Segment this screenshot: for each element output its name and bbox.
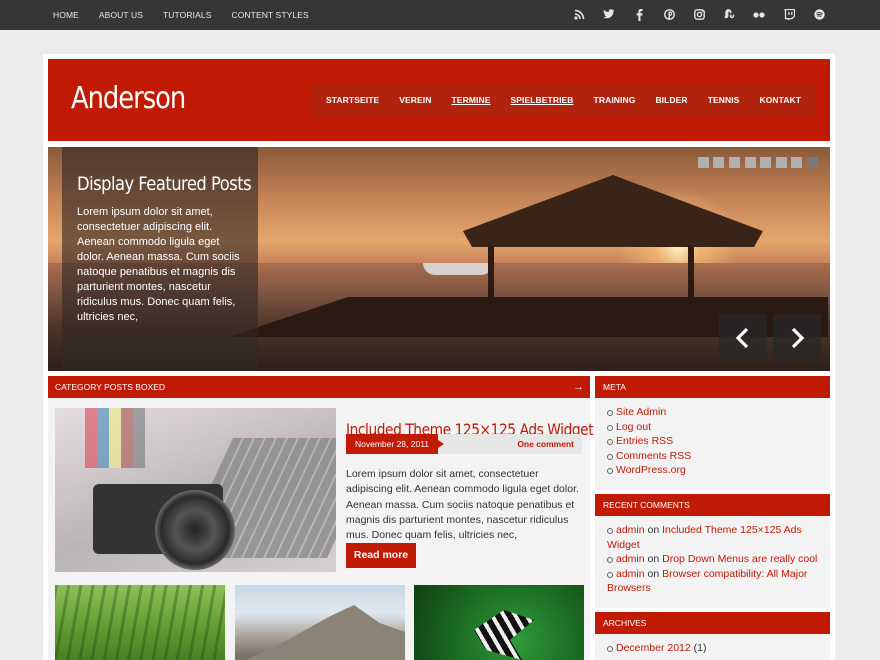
site-header: Anderson STARTSEITE VEREIN TERMINE SPIEL… <box>48 59 830 141</box>
widget-archives: December 2012 (1) <box>595 634 830 660</box>
slider-prev-button[interactable] <box>719 314 767 362</box>
post-meta: November 28, 2011 One comment <box>346 434 582 454</box>
spotify-icon[interactable] <box>804 0 834 30</box>
slide-dot[interactable] <box>729 157 741 168</box>
slide-caption: Display Featured Posts Lorem ipsum dolor… <box>62 147 258 371</box>
category-heading[interactable]: CATEGORY POSTS BOXED <box>55 376 165 398</box>
post-thumbnail-grass[interactable] <box>55 585 225 660</box>
post-thumbnail[interactable] <box>55 408 336 572</box>
slide-dot[interactable] <box>775 157 787 168</box>
chevron-right-icon <box>791 327 805 349</box>
nav-termine[interactable]: TERMINE <box>446 83 497 117</box>
slide-image-boat <box>423 263 493 275</box>
topnav-tutorials[interactable]: TUTORIALS <box>153 0 221 30</box>
rss-icon[interactable] <box>564 0 594 30</box>
list-item: admin on Included Theme 125×125 Ads Widg… <box>607 523 824 552</box>
widget-recent-comments-heading-bar: RECENT COMMENTS <box>595 494 830 516</box>
list-item: admin on Browser compatibility: All Majo… <box>607 567 824 596</box>
arrow-right-icon[interactable]: → <box>573 376 584 398</box>
slide-pagination <box>693 157 818 168</box>
nav-startseite[interactable]: STARTSEITE <box>320 83 385 117</box>
facebook-icon[interactable] <box>624 0 654 30</box>
widget-recent-comments-heading: RECENT COMMENTS <box>603 500 690 510</box>
slide-dot[interactable] <box>791 157 803 168</box>
list-item: December 2012 (1) <box>607 641 824 656</box>
comment-author[interactable]: admin <box>616 553 645 565</box>
comment-post-link[interactable]: Drop Down Menus are really cool <box>662 553 817 565</box>
flickr-icon[interactable] <box>744 0 774 30</box>
meta-link-wordpress-org[interactable]: WordPress.org <box>616 464 686 476</box>
list-item: Log out <box>607 420 824 435</box>
main-navigation: STARTSEITE VEREIN TERMINE SPIELBETRIEB T… <box>311 83 817 117</box>
top-bar: HOME ABOUT US TUTORIALS CONTENT STYLES <box>0 0 880 30</box>
nav-kontakt[interactable]: KONTAKT <box>753 83 807 117</box>
post-date[interactable]: November 28, 2011 <box>346 434 445 454</box>
site-title[interactable]: Anderson <box>71 81 186 116</box>
page-container: Anderson STARTSEITE VEREIN TERMINE SPIEL… <box>43 54 835 660</box>
comment-author[interactable]: admin <box>616 568 645 580</box>
widget-meta: Site Admin Log out Entries RSS Comments … <box>595 398 830 490</box>
top-navigation: HOME ABOUT US TUTORIALS CONTENT STYLES <box>43 0 319 30</box>
post-excerpt: Lorem ipsum dolor sit amet, consectetuer… <box>346 468 579 542</box>
stumbleupon-icon[interactable] <box>714 0 744 30</box>
slide-dot[interactable] <box>760 157 772 168</box>
camera-lens-image <box>155 490 235 570</box>
comment-on-text: on <box>647 567 660 580</box>
twitter-icon[interactable] <box>594 0 624 30</box>
widget-archives-heading: ARCHIVES <box>603 618 647 628</box>
comment-author[interactable]: admin <box>616 524 645 536</box>
read-more-button[interactable]: Read more <box>346 543 416 568</box>
comment-on-text: on <box>647 553 660 566</box>
meta-link-log-out[interactable]: Log out <box>616 421 651 433</box>
slide-dot[interactable] <box>697 157 709 168</box>
category-heading-bar: CATEGORY POSTS BOXED → <box>48 376 590 398</box>
social-icons <box>564 0 834 30</box>
list-item: WordPress.org <box>607 463 824 478</box>
post-comments-link[interactable]: One comment <box>517 434 574 454</box>
widget-meta-heading-bar: META <box>595 376 830 398</box>
slide-text: Lorem ipsum dolor sit amet, consectetuer… <box>77 206 240 323</box>
list-item: Entries RSS <box>607 434 824 449</box>
slider-next-button[interactable] <box>773 314 821 362</box>
widget-meta-heading: META <box>603 382 626 392</box>
meta-link-site-admin[interactable]: Site Admin <box>616 406 666 418</box>
pencils-image <box>85 408 145 468</box>
archive-link[interactable]: December 2012 <box>616 642 691 654</box>
nav-training[interactable]: TRAINING <box>588 83 642 117</box>
chevron-left-icon <box>735 327 749 349</box>
nav-verein[interactable]: VEREIN <box>393 83 437 117</box>
widget-recent-comments: admin on Included Theme 125×125 Ads Widg… <box>595 516 830 608</box>
comment-on-text: on <box>647 524 660 536</box>
nav-spielbetrieb[interactable]: SPIELBETRIEB <box>504 83 579 117</box>
topnav-home[interactable]: HOME <box>43 0 89 30</box>
topnav-about-us[interactable]: ABOUT US <box>89 0 153 30</box>
slide-dot-active[interactable] <box>807 157 818 168</box>
slide-dot[interactable] <box>713 157 725 168</box>
slide-dot[interactable] <box>744 157 756 168</box>
post-thumbnail-mountain[interactable] <box>235 585 405 660</box>
pinterest-icon[interactable] <box>654 0 684 30</box>
topnav-content-styles[interactable]: CONTENT STYLES <box>221 0 318 30</box>
list-item: admin on Drop Down Menus are really cool <box>607 552 824 567</box>
slide-title[interactable]: Display Featured Posts <box>77 173 252 195</box>
nav-bilder[interactable]: BILDER <box>649 83 693 117</box>
list-item: Site Admin <box>607 405 824 420</box>
widget-archives-heading-bar: ARCHIVES <box>595 612 830 634</box>
nav-tennis[interactable]: TENNIS <box>702 83 746 117</box>
post-thumbnail-butterfly[interactable] <box>414 585 584 660</box>
featured-slider: Display Featured Posts Lorem ipsum dolor… <box>48 147 830 371</box>
meta-link-entries-rss[interactable]: Entries RSS <box>616 435 673 447</box>
list-item: Comments RSS <box>607 449 824 464</box>
meta-link-comments-rss[interactable]: Comments RSS <box>616 450 691 462</box>
archive-count: (1) <box>693 642 707 654</box>
category-posts: Included Theme 125×125 Ads Widget Novemb… <box>48 398 594 660</box>
instagram-icon[interactable] <box>684 0 714 30</box>
twitch-icon[interactable] <box>774 0 804 30</box>
